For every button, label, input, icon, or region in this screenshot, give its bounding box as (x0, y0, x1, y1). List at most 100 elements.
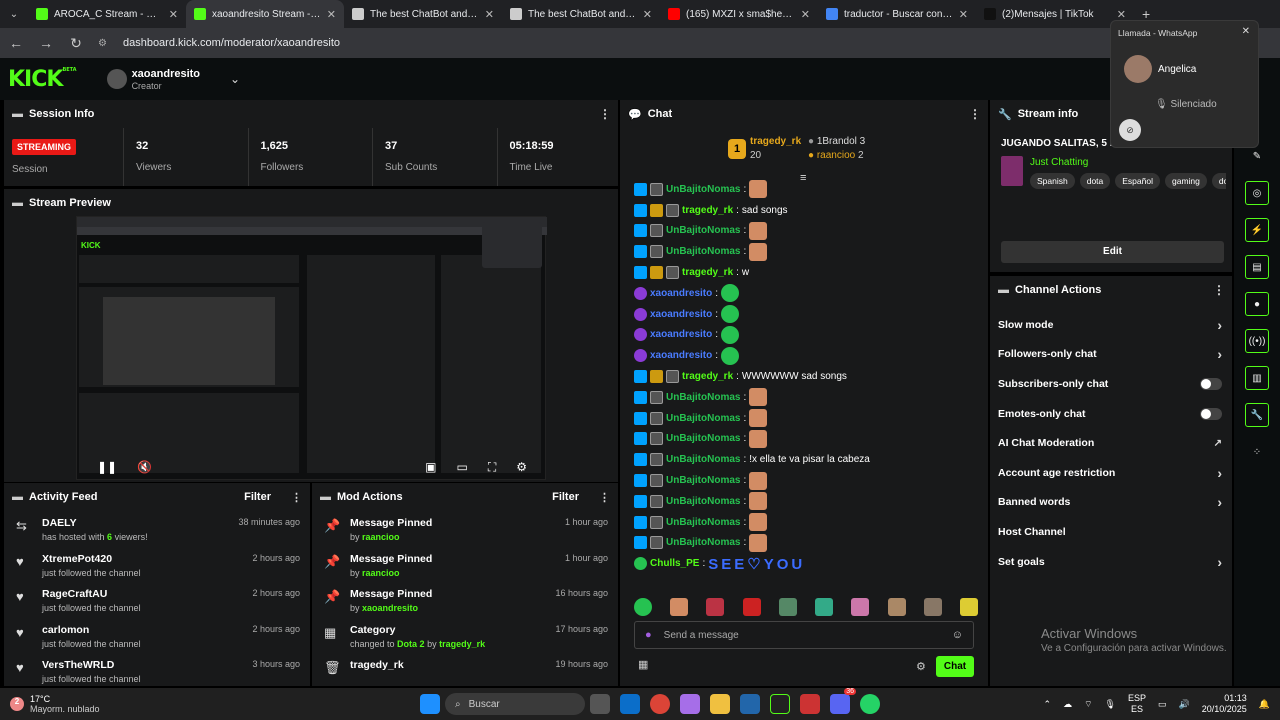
file-explorer-icon[interactable] (710, 694, 730, 714)
tab-close-icon[interactable]: ✕ (801, 8, 810, 21)
browser-tab[interactable]: (165) MXZI x sma$her - ACELER ✕ (660, 0, 818, 28)
chat-username[interactable]: xaoandresito (650, 350, 712, 361)
chevron-down-icon[interactable]: ⌄ (230, 72, 240, 86)
more-options-icon[interactable]: ⋮ (291, 491, 302, 504)
layout-icon[interactable]: ▥ (1245, 366, 1269, 390)
mute-icon[interactable]: 🔇 (137, 460, 152, 474)
tab-close-icon[interactable]: ✕ (959, 8, 968, 21)
send-chat-button[interactable]: Chat (936, 656, 974, 677)
cloud-icon[interactable]: ☁ (1063, 699, 1072, 710)
chat-message[interactable]: xaoandresito: (620, 345, 988, 366)
edge-icon[interactable] (620, 694, 640, 714)
edit-button[interactable]: Edit (1001, 241, 1224, 263)
stream-tag[interactable]: gaming (1164, 173, 1207, 189)
emote-icon[interactable] (634, 598, 652, 616)
emote-icon[interactable] (959, 598, 978, 616)
stream-video[interactable]: KICK ❚❚ 🔇 ▣ ▭ ⛶ ⚙ (76, 216, 547, 480)
broadcast-icon[interactable]: ((•)) (1245, 329, 1269, 353)
chat-username[interactable]: UnBajitoNomas (666, 454, 740, 465)
browser-tab[interactable]: AROCA_C Stream - Watch Live ✕ (28, 0, 186, 28)
browser-tab[interactable]: traductor - Buscar con Google ✕ (818, 0, 976, 28)
chat-message[interactable]: UnBajitoNomas: (620, 387, 988, 408)
chat-username[interactable]: UnBajitoNomas (666, 392, 740, 403)
channel-action-item[interactable]: Set goals › (990, 547, 1232, 577)
channel-action-item[interactable]: AI Chat Moderation ↗ (990, 428, 1232, 458)
pip-icon[interactable]: ▣ (425, 460, 436, 474)
tab-search-icon[interactable]: ⌄ (0, 9, 28, 20)
emote-icon[interactable] (778, 598, 797, 616)
chat-username[interactable]: UnBajitoNomas (666, 184, 740, 195)
channel-action-item[interactable]: Subscribers-only chat (990, 369, 1232, 399)
taskbar-search[interactable]: ⌕ Buscar (445, 693, 585, 715)
wifi-icon[interactable]: ⌔ (1084, 699, 1092, 710)
network-icon[interactable]: ▭ (1158, 699, 1167, 710)
browser-tab[interactable]: The best ChatBot and Widg ✕ (502, 0, 660, 28)
kick-app-icon[interactable] (770, 694, 790, 714)
subtitle-highlight[interactable]: raancioo (362, 532, 400, 542)
fullscreen-icon[interactable]: ⛶ (488, 460, 496, 475)
chat-username[interactable]: tragedy_rk (682, 267, 733, 278)
chat-username[interactable]: xaoandresito (650, 329, 712, 340)
channel-action-item[interactable]: Emotes-only chat (990, 399, 1232, 429)
more-options-icon[interactable]: ⋮ (1213, 283, 1225, 297)
chat-message[interactable]: UnBajitoNomas: (620, 470, 988, 491)
chat-username[interactable]: UnBajitoNomas (666, 517, 740, 528)
whatsapp-icon[interactable] (860, 694, 880, 714)
chevron-right-icon[interactable]: › (1217, 346, 1222, 362)
tab-close-icon[interactable]: ✕ (485, 8, 494, 21)
avatar[interactable] (106, 69, 127, 89)
chrome-icon[interactable] (650, 694, 670, 714)
chat-message[interactable]: UnBajitoNomas: (620, 533, 988, 554)
tab-close-icon[interactable]: ✕ (327, 8, 336, 21)
chat-username[interactable]: UnBajitoNomas (666, 413, 740, 424)
kick-logo[interactable]: KICKBETA (8, 67, 77, 92)
url-field[interactable]: dashboard.kick.com/moderator/xaoandresit… (123, 37, 340, 49)
chat-message[interactable]: xaoandresito: (620, 283, 988, 304)
site-info-icon[interactable]: ⚙ (98, 38, 107, 49)
chat-bubble-icon[interactable]: ● (1245, 292, 1269, 316)
chat-username[interactable]: xaoandresito (650, 309, 712, 320)
filter-button[interactable]: Filter (552, 491, 579, 503)
stream-tag[interactable]: dota (1079, 173, 1111, 189)
document-icon[interactable]: ▤ (1245, 255, 1269, 279)
copilot-icon[interactable] (680, 694, 700, 714)
stream-tag[interactable]: dota2 (1211, 173, 1226, 189)
chat-username[interactable]: xaoandresito (650, 288, 712, 299)
chat-username[interactable]: UnBajitoNomas (666, 225, 740, 236)
stream-tag[interactable]: Español (1115, 173, 1160, 189)
mute-mic-button[interactable]: ⊘ (1119, 119, 1141, 141)
chat-username[interactable]: UnBajitoNomas (666, 433, 740, 444)
language-code[interactable]: ESP (1128, 693, 1146, 704)
stream-tag[interactable]: Spanish (1030, 173, 1075, 189)
chat-message[interactable]: UnBajitoNomas: (620, 491, 988, 512)
message-input[interactable]: ● Send a message ☺ (634, 621, 974, 649)
chat-message[interactable]: tragedy_rk: WWWWWW sad songs (620, 366, 988, 387)
volume-icon[interactable]: 🔊 (1179, 699, 1190, 710)
browser-tab[interactable]: The best ChatBot and Widgets ✕ (344, 0, 502, 28)
chat-message[interactable]: UnBajitoNomas: (620, 408, 988, 429)
pause-icon[interactable]: ❚❚ (97, 460, 117, 474)
external-link-icon[interactable]: ↗ (1214, 438, 1222, 449)
emote-icon[interactable] (923, 598, 942, 616)
mic-off-icon[interactable]: 🎙︎ (1105, 699, 1116, 710)
emote-icon[interactable] (742, 598, 761, 616)
chat-message[interactable]: tragedy_rk: w (620, 262, 988, 283)
chat-username[interactable]: UnBajitoNomas (666, 246, 740, 257)
subtitle-highlight[interactable]: tragedy_rk (439, 639, 485, 649)
chat-username[interactable]: tragedy_rk (682, 371, 733, 382)
emote-icon[interactable] (670, 598, 689, 616)
emote-icon[interactable] (851, 598, 870, 616)
share-icon[interactable]: ⁘ (1245, 440, 1269, 464)
windows-start-icon[interactable] (420, 694, 440, 714)
chevron-right-icon[interactable]: › (1217, 494, 1222, 510)
tab-close-icon[interactable]: ✕ (643, 8, 652, 21)
keyboard-code[interactable]: ES (1128, 704, 1146, 715)
more-options-icon[interactable]: ⋮ (969, 107, 981, 121)
chat-username[interactable]: UnBajitoNomas (666, 475, 740, 486)
reload-icon[interactable]: ↻ (68, 35, 84, 52)
emote-icon[interactable] (815, 598, 834, 616)
emoji-icon[interactable]: ☺ (952, 629, 963, 641)
channel-action-item[interactable]: Account age restriction › (990, 458, 1232, 488)
clock-time[interactable]: 01:13 (1202, 693, 1247, 704)
camera-icon[interactable]: ◎ (1245, 181, 1269, 205)
